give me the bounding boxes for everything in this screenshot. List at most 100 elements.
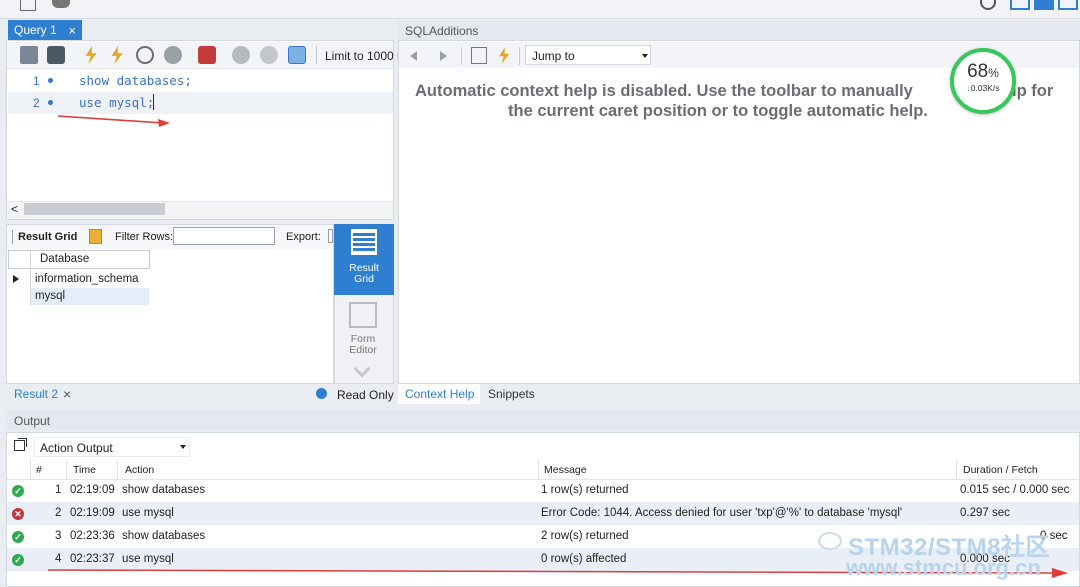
success-icon: ✓ bbox=[12, 554, 24, 566]
error-icon: ✕ bbox=[12, 508, 24, 520]
close-tab-icon[interactable]: × bbox=[68, 23, 76, 38]
watermark-url: www.stmcu.org.cn bbox=[846, 555, 1041, 580]
toggle-right-panel-icon[interactable] bbox=[1058, 0, 1078, 10]
output-type-select[interactable]: Action Output bbox=[34, 437, 190, 457]
column-header-num[interactable]: # bbox=[36, 464, 42, 476]
line-number: 1 bbox=[33, 74, 40, 88]
row-num: 1 bbox=[55, 484, 62, 496]
toggle-bottom-panel-icon[interactable] bbox=[1034, 0, 1054, 10]
code-line[interactable]: use mysql; bbox=[79, 95, 154, 110]
toggle-error-icon[interactable] bbox=[198, 46, 216, 64]
filter-rows-label: Filter Rows: bbox=[115, 231, 174, 243]
output-title: Output bbox=[14, 414, 55, 428]
schema-icon[interactable] bbox=[52, 0, 70, 8]
toolbar-divider bbox=[519, 47, 520, 65]
scrollbar-thumb[interactable] bbox=[24, 203, 165, 215]
column-divider bbox=[538, 460, 539, 479]
table-row[interactable]: ✕ 2 02:19:09 use mysql Error Code: 1044.… bbox=[7, 502, 1079, 525]
explain-icon[interactable] bbox=[136, 46, 154, 64]
gauge-unit: % bbox=[988, 66, 999, 80]
tab-context-help[interactable]: Context Help bbox=[398, 384, 480, 404]
read-only-label: Read Only bbox=[337, 388, 394, 402]
column-divider bbox=[117, 460, 118, 479]
text-caret bbox=[153, 94, 154, 110]
magnifier-icon[interactable] bbox=[20, 0, 36, 11]
side-tab-form-editor-label[interactable]: Form Editor bbox=[343, 334, 383, 356]
row-message: Error Code: 1044. Access denied for user… bbox=[541, 507, 903, 519]
save-icon[interactable] bbox=[47, 46, 65, 64]
row-action: show databases bbox=[122, 530, 206, 542]
tab-result-2[interactable]: Result 2 bbox=[14, 387, 58, 401]
top-strip bbox=[0, 0, 1080, 19]
row-message: 2 row(s) returned bbox=[541, 530, 629, 542]
column-header-database[interactable]: Database bbox=[40, 253, 89, 265]
jump-to-select[interactable]: Jump to bbox=[525, 45, 651, 65]
network-speed-gauge[interactable]: 68% ↓0.03K/s bbox=[950, 48, 1016, 114]
scroll-left-icon[interactable]: < bbox=[11, 202, 18, 216]
column-header-duration[interactable]: Duration / Fetch bbox=[963, 464, 1038, 476]
close-tab-icon[interactable]: × bbox=[63, 386, 71, 402]
forward-icon[interactable] bbox=[440, 51, 447, 61]
grid-view-icon[interactable] bbox=[89, 229, 102, 244]
tab-query-1-label: Query 1 bbox=[14, 23, 57, 37]
open-file-icon[interactable] bbox=[20, 46, 38, 64]
sqladditions-header bbox=[398, 20, 1080, 40]
column-divider bbox=[66, 460, 67, 479]
row-action: show databases bbox=[122, 484, 206, 496]
current-row-icon bbox=[13, 275, 19, 283]
tab-context-help-label: Context Help bbox=[405, 387, 475, 401]
table-row[interactable]: ✓ 1 02:19:09 show databases 1 row(s) ret… bbox=[7, 479, 1079, 502]
gauge-percent: 68 bbox=[967, 61, 989, 82]
success-icon: ✓ bbox=[12, 485, 24, 497]
row-time: 02:23:36 bbox=[70, 530, 115, 542]
export-icon[interactable] bbox=[328, 229, 333, 243]
row-message: 1 row(s) returned bbox=[541, 484, 629, 496]
form-editor-icon[interactable] bbox=[349, 302, 377, 328]
limit-rows-select[interactable]: Limit to 1000 r bbox=[325, 49, 401, 63]
toggle-left-panel-icon[interactable] bbox=[1010, 0, 1030, 10]
success-icon: ✓ bbox=[12, 531, 24, 543]
row-duration: 0.015 sec / 0.000 sec bbox=[960, 484, 1070, 496]
column-divider bbox=[30, 460, 31, 479]
side-tab-result-grid-label: Result Grid bbox=[349, 262, 379, 285]
tab-query-1[interactable]: Query 1 × bbox=[8, 20, 82, 40]
row-duration: 0.297 sec bbox=[960, 507, 1010, 519]
column-header-time[interactable]: Time bbox=[73, 464, 96, 476]
copy-icon[interactable] bbox=[14, 440, 25, 451]
jump-to-label: Jump to bbox=[532, 49, 575, 63]
table-row[interactable]: mysql bbox=[35, 290, 65, 302]
table-row[interactable]: information_schema bbox=[35, 273, 139, 285]
column-header-action[interactable]: Action bbox=[125, 464, 154, 476]
annotation-arrow bbox=[57, 115, 170, 127]
output-type-label: Action Output bbox=[40, 441, 113, 455]
gauge-rate: 0.03K/s bbox=[970, 83, 1000, 93]
stop-icon[interactable] bbox=[164, 46, 182, 64]
export-label[interactable]: Export: bbox=[286, 231, 321, 243]
dropdown-arrow-icon[interactable] bbox=[180, 445, 186, 449]
filter-rows-input[interactable] bbox=[173, 227, 275, 245]
column-header-message[interactable]: Message bbox=[544, 464, 587, 476]
commit-icon[interactable] bbox=[232, 46, 250, 64]
row-num: 2 bbox=[55, 507, 62, 519]
rollback-icon[interactable] bbox=[260, 46, 278, 64]
autocommit-icon[interactable] bbox=[288, 46, 306, 64]
row-num: 3 bbox=[55, 530, 62, 542]
back-icon[interactable] bbox=[410, 51, 417, 61]
row-action: use mysql bbox=[122, 507, 174, 519]
column-divider bbox=[956, 460, 957, 479]
watermark-logo-icon bbox=[818, 532, 842, 550]
context-help-text-line2: the current caret position or to toggle … bbox=[508, 102, 928, 120]
result-grid-label[interactable]: Result Grid bbox=[18, 231, 77, 243]
toolbar-divider bbox=[12, 230, 13, 244]
output-header-row bbox=[7, 460, 1079, 480]
dropdown-arrow-icon[interactable] bbox=[642, 54, 648, 58]
output-header bbox=[6, 410, 1080, 430]
tab-snippets[interactable]: Snippets bbox=[488, 387, 535, 401]
context-help-text: Automatic context help is disabled. Use … bbox=[415, 82, 913, 100]
side-tab-result-grid[interactable]: Result Grid bbox=[334, 224, 394, 295]
toolbar-divider bbox=[461, 47, 462, 65]
statement-marker-icon bbox=[48, 78, 53, 83]
toolbar-divider bbox=[316, 46, 317, 64]
code-line[interactable]: show databases; bbox=[79, 73, 192, 88]
manual-help-icon[interactable] bbox=[471, 47, 487, 64]
